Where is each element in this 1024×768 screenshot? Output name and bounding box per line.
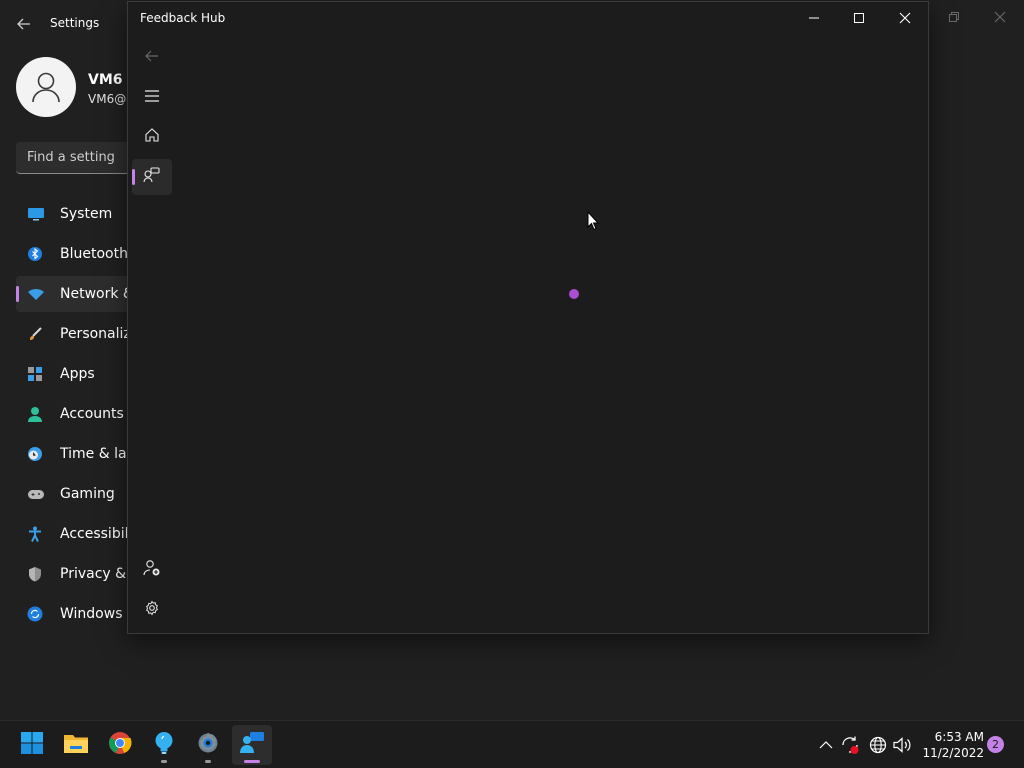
gear-icon: [144, 600, 160, 620]
taskbar-start[interactable]: [12, 725, 52, 765]
maximize-button[interactable]: [836, 2, 882, 34]
feedback-hub-icon: [239, 731, 265, 759]
sidebar-item-label: Gaming: [60, 486, 115, 502]
chevron-up-icon[interactable]: [816, 735, 836, 755]
nav-home[interactable]: [132, 119, 172, 155]
search-placeholder: Find a setting: [27, 150, 115, 165]
accessibility-icon: [27, 526, 43, 542]
back-button[interactable]: [132, 39, 172, 75]
maximize-icon: [853, 9, 865, 28]
taskbar-file-explorer[interactable]: [56, 725, 96, 765]
running-indicator: [205, 760, 211, 763]
wifi-icon: [27, 286, 44, 302]
minimize-button[interactable]: [791, 2, 837, 34]
back-arrow-icon: [145, 48, 159, 67]
nav-feedback[interactable]: [132, 159, 172, 195]
window-title: Feedback Hub: [140, 11, 226, 25]
running-indicator: [161, 760, 167, 763]
selection-indicator: [132, 169, 135, 185]
sidebar-item-label: Apps: [60, 366, 95, 382]
nav-add-account[interactable]: [132, 552, 172, 588]
apps-icon: [27, 366, 43, 382]
account-icon: [27, 406, 43, 422]
close-button[interactable]: [882, 2, 928, 34]
bluetooth-icon: [27, 246, 43, 262]
shield-icon: [27, 566, 43, 582]
feedback-icon: [143, 166, 161, 188]
clock-time: 6:53 AM: [934, 730, 984, 744]
add-account-icon: [143, 559, 161, 581]
minimize-icon: [808, 9, 820, 28]
nav-settings[interactable]: [132, 592, 172, 628]
sidebar-item-label: Accounts: [60, 406, 124, 422]
mouse-cursor-icon: [587, 210, 600, 231]
taskbar: 6:53 AM 11/2/2022 2: [0, 720, 1024, 768]
brush-icon: [27, 326, 43, 342]
notification-badge[interactable]: 2: [987, 736, 1004, 753]
taskbar-feedback-hub[interactable]: [232, 725, 272, 765]
windows-update-icon: [27, 606, 43, 622]
monitor-icon: [27, 206, 44, 222]
settings-title: Settings: [50, 16, 100, 30]
selection-indicator: [16, 286, 19, 302]
sidebar-item-label: Time & lan: [60, 446, 136, 462]
sync-error-icon[interactable]: [840, 735, 860, 755]
sidebar-item-label: System: [60, 206, 113, 222]
sidebar-item-label: Network &: [60, 286, 134, 302]
windows-start-icon: [20, 731, 44, 759]
avatar[interactable]: [16, 57, 76, 117]
sidebar-item-label: Windows U: [60, 606, 138, 622]
chrome-icon: [108, 731, 132, 759]
restore-icon[interactable]: [944, 8, 964, 26]
taskbar-settings[interactable]: [188, 725, 228, 765]
close-icon[interactable]: [990, 8, 1010, 26]
hamburger-menu-button[interactable]: [132, 79, 172, 115]
home-icon: [144, 127, 160, 147]
taskbar-tips[interactable]: [144, 725, 184, 765]
system-clock[interactable]: 6:53 AM 11/2/2022: [918, 729, 984, 761]
loading-spinner: [569, 289, 579, 299]
clock-icon: [27, 446, 43, 462]
gear-icon: [196, 731, 220, 759]
clock-date: 11/2/2022: [922, 746, 984, 760]
gamepad-icon: [27, 486, 44, 502]
folder-icon: [63, 732, 89, 758]
close-icon: [899, 9, 911, 28]
lightbulb-icon: [153, 731, 175, 759]
hamburger-icon: [144, 88, 160, 107]
taskbar-chrome[interactable]: [100, 725, 140, 765]
globe-icon[interactable]: [868, 735, 888, 755]
back-arrow-icon[interactable]: [12, 12, 36, 36]
profile-name: VM6: [88, 72, 123, 88]
feedback-hub-window: Feedback Hub: [127, 1, 929, 634]
active-indicator: [244, 760, 260, 763]
speaker-icon[interactable]: [892, 735, 912, 755]
